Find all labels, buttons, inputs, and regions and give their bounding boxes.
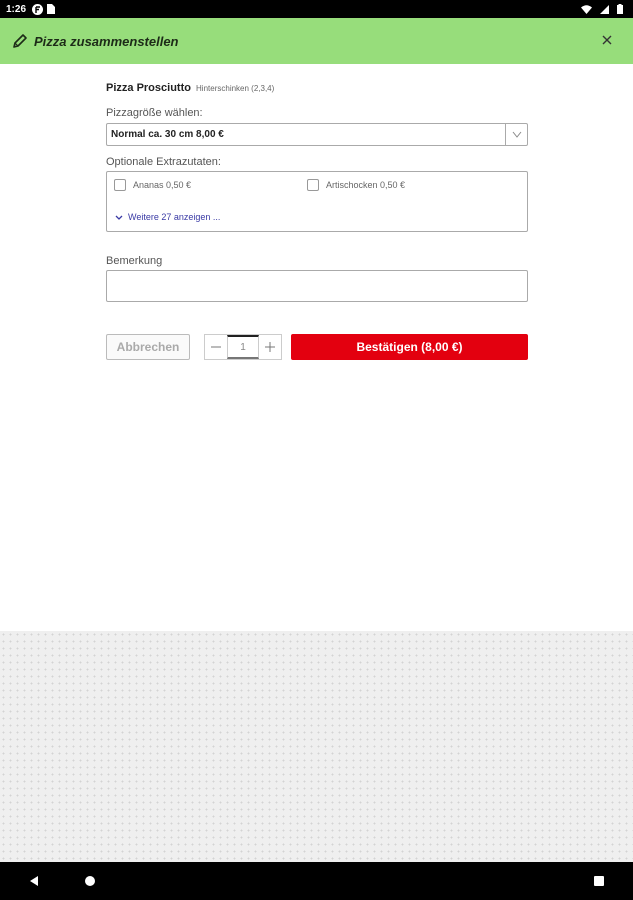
extras-label: Optionale Extrazutaten: xyxy=(106,156,221,168)
status-time: 1:26 xyxy=(6,3,27,15)
signal-icon xyxy=(600,4,609,14)
size-label: Pizzagröße wählen: xyxy=(106,107,203,119)
home-icon[interactable] xyxy=(82,873,98,889)
remark-label: Bemerkung xyxy=(106,255,163,267)
pizza-form: Pizza Prosciutto Hinterschinken (2,3,4) … xyxy=(106,64,528,360)
cancel-button[interactable]: Abbrechen xyxy=(106,334,190,360)
checkbox[interactable] xyxy=(307,179,319,191)
pizza-description: Hinterschinken (2,3,4) xyxy=(196,84,275,93)
checkbox[interactable] xyxy=(114,179,126,191)
notification-f-icon xyxy=(32,3,44,15)
dialog-header: Pizza zusammenstellen xyxy=(0,18,633,64)
extras-box: Ananas 0,50 € Artischocken 0,50 € Weiter… xyxy=(106,171,528,232)
extra-item-label: Ananas 0,50 € xyxy=(133,180,192,190)
background-pattern xyxy=(0,631,633,862)
extra-item-artischocken[interactable]: Artischocken 0,50 € xyxy=(307,179,405,191)
minus-icon[interactable] xyxy=(205,335,227,359)
quantity-input[interactable] xyxy=(227,335,259,359)
plus-icon[interactable] xyxy=(259,335,281,359)
show-more-label: Weitere 27 anzeigen ... xyxy=(128,212,221,222)
remark-input[interactable] xyxy=(106,270,528,302)
navigation-bar xyxy=(0,862,633,900)
confirm-button[interactable]: Bestätigen (8,00 €) xyxy=(291,334,528,360)
extra-item-ananas[interactable]: Ananas 0,50 € xyxy=(114,179,191,191)
dialog-title: Pizza zusammenstellen xyxy=(34,33,179,49)
extra-item-label: Artischocken 0,50 € xyxy=(326,180,406,190)
close-icon[interactable] xyxy=(597,30,617,50)
show-more-link[interactable]: Weitere 27 anzeigen ... xyxy=(115,212,220,222)
action-row: Abbrechen Bestätigen (8,00 €) xyxy=(106,334,528,360)
pizza-heading: Pizza Prosciutto Hinterschinken (2,3,4) xyxy=(106,82,528,94)
dropdown-arrow-icon[interactable] xyxy=(505,124,527,145)
battery-icon xyxy=(617,4,623,14)
chevron-down-icon xyxy=(115,212,123,222)
pencil-icon xyxy=(10,31,30,51)
sim-icon xyxy=(47,4,56,14)
wifi-icon xyxy=(581,4,592,14)
quantity-stepper xyxy=(204,334,282,360)
status-bar: 1:26 xyxy=(0,0,633,18)
recents-icon[interactable] xyxy=(591,873,607,889)
size-selected-value: Normal ca. 30 cm 8,00 € xyxy=(111,129,224,140)
back-icon[interactable] xyxy=(26,873,42,889)
pizza-name: Pizza Prosciutto xyxy=(106,82,191,94)
size-select[interactable]: Normal ca. 30 cm 8,00 € xyxy=(106,123,528,146)
